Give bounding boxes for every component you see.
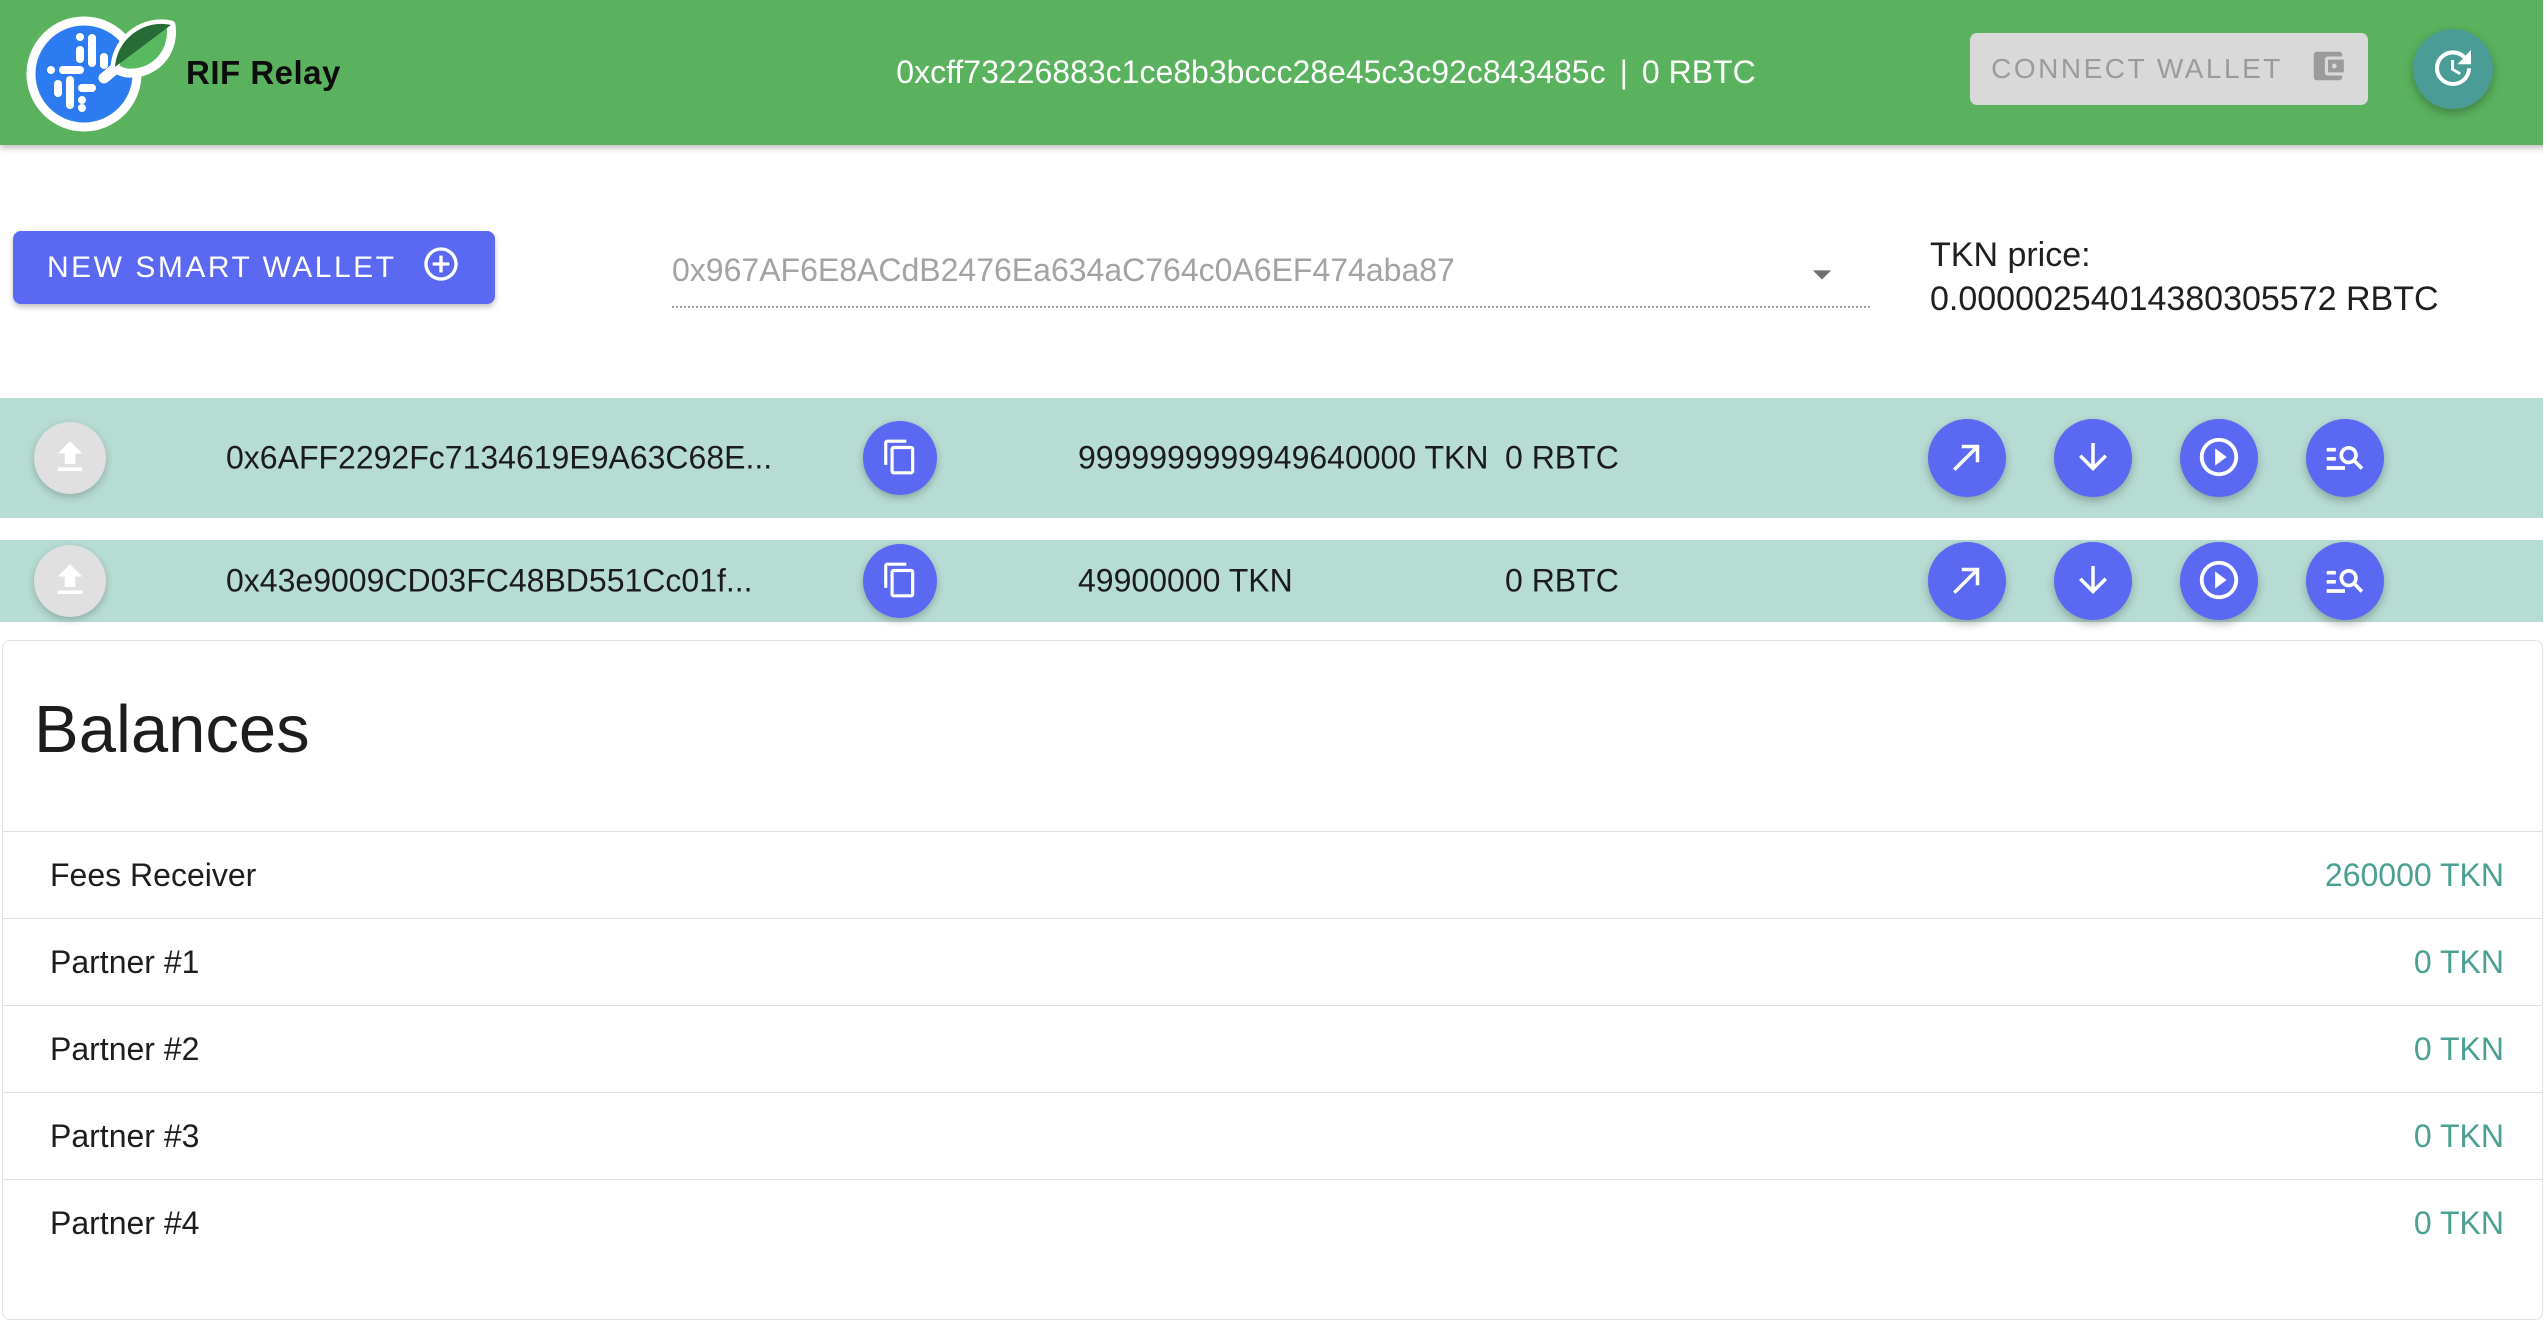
smart-wallet-row: 0x43e9009CD03FC48BD551Cc01f... 49900000 … — [0, 540, 2543, 622]
smart-wallet-rbtc-balance: 0 RBTC — [1505, 440, 1619, 477]
balance-label: Partner #1 — [50, 944, 199, 981]
balance-label: Partner #2 — [50, 1031, 199, 1068]
connect-wallet-label: CONNECT WALLET — [1991, 53, 2283, 85]
smart-wallet-actions — [1928, 419, 2384, 497]
plus-circle-icon — [421, 244, 461, 292]
inspect-button[interactable] — [2306, 542, 2384, 620]
copy-address-button[interactable] — [863, 421, 937, 495]
copy-address-button[interactable] — [863, 544, 937, 618]
smart-wallet-token-balance: 9999999999949640000 TKN — [1078, 437, 1510, 480]
balances-table: Fees Receiver 260000 TKN Partner #1 0 TK… — [3, 831, 2542, 1266]
upload-icon — [49, 436, 91, 481]
copy-icon — [881, 561, 919, 602]
balances-title: Balances — [34, 691, 310, 768]
upload-icon — [49, 559, 91, 604]
arrow-down-icon — [2072, 559, 2114, 604]
balance-label: Fees Receiver — [50, 857, 256, 894]
tkn-price-label: TKN price: — [1930, 233, 2439, 277]
transfer-button[interactable] — [1928, 542, 2006, 620]
manage-search-icon — [2323, 558, 2367, 605]
copy-icon — [881, 438, 919, 479]
wallet-icon — [2309, 47, 2347, 92]
connect-wallet-button[interactable]: CONNECT WALLET — [1970, 33, 2368, 105]
execute-button[interactable] — [2180, 419, 2258, 497]
balance-label: Partner #4 — [50, 1205, 199, 1242]
balance-label: Partner #3 — [50, 1118, 199, 1155]
chevron-down-icon — [1800, 252, 1844, 301]
smart-wallet-token-balance: 49900000 TKN — [1078, 560, 1510, 603]
balance-value: 260000 TKN — [2325, 857, 2504, 894]
header-account-balance: 0 RBTC — [1642, 54, 1756, 91]
inspect-button[interactable] — [2306, 419, 2384, 497]
table-row: Partner #1 0 TKN — [3, 918, 2542, 1005]
smart-wallet-select-value: 0x967AF6E8ACdB2476Ea634aC764c0A6EF474aba… — [672, 252, 1455, 289]
scrollbar-gutter — [2543, 0, 2548, 1294]
table-row: Partner #4 0 TKN — [3, 1179, 2542, 1266]
refresh-button[interactable] — [2413, 29, 2493, 109]
update-refresh-icon — [2429, 44, 2477, 95]
manage-search-icon — [2323, 435, 2367, 482]
table-row: Fees Receiver 260000 TKN — [3, 831, 2542, 918]
receive-button[interactable] — [2054, 542, 2132, 620]
balance-value: 0 TKN — [2414, 944, 2504, 981]
table-row: Partner #3 0 TKN — [3, 1092, 2542, 1179]
tkn-price-value: 0.00000254014380305572 RBTC — [1930, 277, 2439, 321]
smart-wallet-address: 0x43e9009CD03FC48BD551Cc01f... — [226, 563, 753, 600]
arrow-up-right-icon — [1946, 559, 1988, 604]
balance-value: 0 TKN — [2414, 1118, 2504, 1155]
header-separator: | — [1620, 54, 1628, 91]
smart-wallet-rbtc-balance: 0 RBTC — [1505, 563, 1619, 600]
smart-wallet-actions — [1928, 542, 2384, 620]
arrow-up-right-icon — [1946, 436, 1988, 481]
play-circle-icon — [2196, 434, 2242, 483]
new-smart-wallet-button[interactable]: NEW SMART WALLET — [13, 231, 495, 304]
play-circle-icon — [2196, 557, 2242, 606]
smart-wallet-select[interactable]: 0x967AF6E8ACdB2476Ea634aC764c0A6EF474aba… — [672, 234, 1870, 308]
tkn-price: TKN price: 0.00000254014380305572 RBTC — [1930, 233, 2439, 321]
header-account-address: 0xcff73226883c1ce8b3bccc28e45c3c92c84348… — [896, 54, 1605, 91]
receive-button[interactable] — [2054, 419, 2132, 497]
balances-card: Balances Fees Receiver 260000 TKN Partne… — [2, 640, 2543, 1320]
deploy-wallet-button[interactable] — [34, 545, 106, 617]
smart-wallet-row: 0x6AFF2292Fc7134619E9A63C68E... 99999999… — [0, 398, 2543, 518]
balance-value: 0 TKN — [2414, 1205, 2504, 1242]
deploy-wallet-button[interactable] — [34, 422, 106, 494]
arrow-down-icon — [2072, 436, 2114, 481]
balance-value: 0 TKN — [2414, 1031, 2504, 1068]
smart-wallet-address: 0x6AFF2292Fc7134619E9A63C68E... — [226, 440, 772, 477]
execute-button[interactable] — [2180, 542, 2258, 620]
transfer-button[interactable] — [1928, 419, 2006, 497]
new-smart-wallet-label: NEW SMART WALLET — [47, 251, 397, 285]
app-header: RIF Relay 0xcff73226883c1ce8b3bccc28e45c… — [0, 0, 2548, 145]
table-row: Partner #2 0 TKN — [3, 1005, 2542, 1092]
